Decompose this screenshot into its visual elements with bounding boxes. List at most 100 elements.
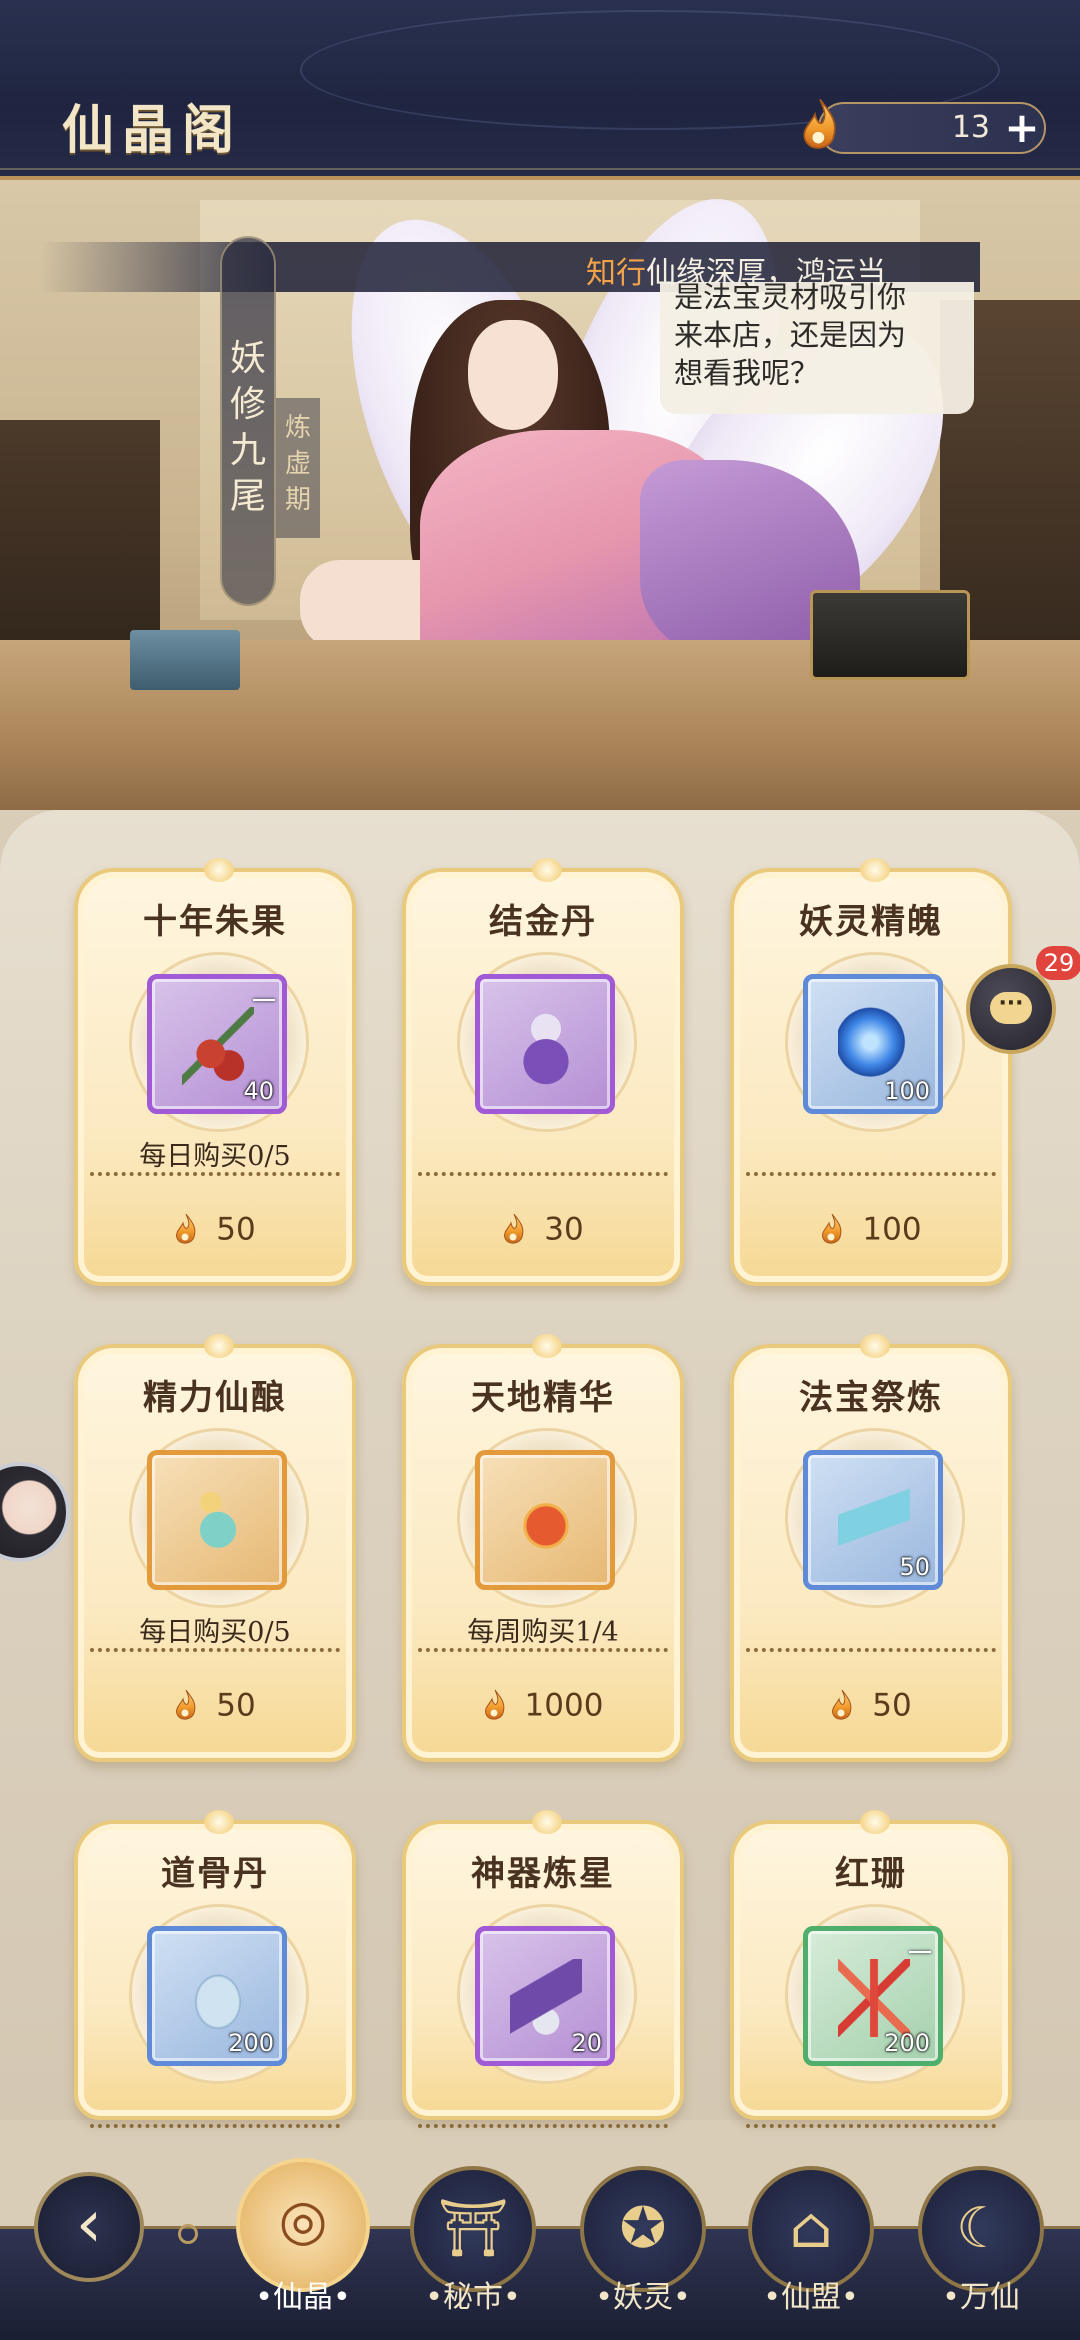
crystal-pavilion-icon: ◎ — [278, 2188, 328, 2253]
card-gem-ornament — [860, 858, 890, 882]
jade-talisman-icon — [838, 1483, 910, 1561]
nav-tab-label[interactable]: •妖灵• — [573, 2272, 713, 2316]
red-berry-branch-icon — [182, 1007, 254, 1085]
spirit-flame-icon — [820, 1213, 844, 1247]
chat-button[interactable]: ··· — [966, 964, 1056, 1054]
npc-realm: 炼虚期 — [284, 413, 311, 515]
spirit-flame-icon — [830, 1689, 854, 1723]
purchase-limit: 每日购买0/5 — [139, 1141, 291, 1172]
item-icon-frame[interactable] — [475, 1450, 615, 1590]
purchase-limit: 每日购买0/5 — [139, 1617, 291, 1648]
speech-bubble[interactable]: 是法宝灵材吸引你 来本店，还是因为 想看我呢？ — [660, 280, 974, 414]
item-quantity: 20 — [571, 2029, 602, 2057]
card-gem-ornament — [532, 1810, 562, 1834]
item-icon-frame[interactable]: 一 40 — [147, 974, 287, 1114]
item-icon-frame[interactable]: 20 — [475, 1926, 615, 2066]
spirit-flame-icon — [174, 1689, 198, 1723]
card-divider — [90, 1172, 340, 1176]
nav-tab-label[interactable]: •万仙 — [911, 2272, 1051, 2316]
currency-amount: 13 — [951, 110, 990, 145]
nav-tab-label[interactable]: •秘市• — [403, 2272, 543, 2316]
card-divider — [746, 2124, 996, 2128]
price-value: 30 — [544, 1211, 584, 1248]
chat-bubble-icon: ··· — [990, 992, 1032, 1024]
item-icon-frame[interactable]: 一 200 — [803, 1926, 943, 2066]
nav-tab-label[interactable]: •仙盟• — [741, 2272, 881, 2316]
item-name: 天地精华 — [471, 1378, 615, 1418]
item-corner-mark: 一 — [908, 1939, 932, 1967]
red-coral-icon — [838, 1959, 910, 2037]
item-name: 道骨丹 — [161, 1854, 269, 1894]
item-icon-frame[interactable] — [147, 1450, 287, 1590]
item-corner-mark: 一 — [252, 987, 276, 1015]
item-price[interactable]: 100 — [734, 1210, 1008, 1250]
card-divider — [418, 1648, 668, 1652]
card-gem-ornament — [204, 858, 234, 882]
card-divider — [746, 1648, 996, 1652]
spirit-flame-icon — [483, 1689, 507, 1723]
shop-item-card[interactable]: 道骨丹 200 — [74, 1810, 356, 2128]
shop-item-card[interactable]: 结金丹 30 — [402, 858, 684, 1286]
item-name: 法宝祭炼 — [799, 1378, 943, 1418]
item-name: 结金丹 — [489, 902, 597, 942]
price-value: 50 — [216, 1211, 256, 1248]
item-price[interactable]: 1000 — [406, 1686, 680, 1726]
immortal-hall-icon: ☾ — [955, 2196, 1007, 2261]
card-gem-ornament — [204, 1334, 234, 1358]
card-gem-ornament — [532, 858, 562, 882]
shop-item-card[interactable]: 天地精华每周购买1/4 1000 — [402, 1334, 684, 1762]
item-price[interactable]: 50 — [78, 1686, 352, 1726]
price-value: 1000 — [524, 1687, 604, 1724]
item-name: 十年朱果 — [143, 902, 287, 942]
item-quantity: 100 — [884, 1077, 930, 1105]
chat-unread-badge: 29 — [1036, 946, 1080, 980]
shop-item-card[interactable]: 妖灵精魄 100 100 — [730, 858, 1012, 1286]
market-gate-icon: ⛩ — [437, 2196, 509, 2261]
item-quantity: 50 — [899, 1553, 930, 1581]
item-icon-frame[interactable]: 200 — [147, 1926, 287, 2066]
card-divider — [418, 2124, 668, 2128]
item-quantity: 200 — [228, 2029, 274, 2057]
blue-spirit-orb-icon — [838, 1007, 910, 1085]
shop-item-card[interactable]: 精力仙酿每日购买0/5 50 — [74, 1334, 356, 1762]
fox-spirit-icon: ✪ — [619, 2196, 667, 2261]
spirit-flame-icon — [174, 1213, 198, 1247]
item-icon-frame[interactable]: 50 — [803, 1450, 943, 1590]
dialogue-speaker: 知行 — [586, 256, 646, 291]
card-divider — [418, 1172, 668, 1176]
forge-crystal-icon — [510, 1959, 582, 2037]
item-quantity: 40 — [243, 1077, 274, 1105]
shop-item-card[interactable]: 神器炼星 20 — [402, 1810, 684, 2128]
card-divider — [90, 2124, 340, 2128]
shop-item-card[interactable]: 十年朱果一 40 每日购买0/5 50 — [74, 858, 356, 1286]
speech-text: 是法宝灵材吸引你 来本店，还是因为 想看我呢？ — [674, 280, 907, 390]
purchase-limit: 每周购买1/4 — [467, 1617, 619, 1648]
wine-ewer-icon — [182, 1483, 254, 1561]
card-divider — [90, 1648, 340, 1652]
shop-item-card[interactable]: 法宝祭炼 50 50 — [730, 1334, 1012, 1762]
item-price[interactable]: 50 — [734, 1686, 1008, 1726]
item-quantity: 200 — [884, 2029, 930, 2057]
nav-tab-label[interactable]: •仙晶• — [233, 2272, 373, 2316]
card-gem-ornament — [860, 1334, 890, 1358]
item-price[interactable]: 50 — [78, 1210, 352, 1250]
add-currency-button[interactable]: + — [1002, 107, 1042, 149]
card-gem-ornament — [204, 1810, 234, 1834]
alliance-gate-icon: ⌂ — [789, 2196, 833, 2261]
shopkeeper-face — [468, 320, 558, 430]
bone-egg-icon — [182, 1959, 254, 2037]
shop-item-card[interactable]: 红珊一 200 — [730, 1810, 1012, 2128]
spirit-flame-icon — [502, 1213, 526, 1247]
nav-divider-ornament — [178, 2224, 198, 2244]
item-icon-frame[interactable]: 100 — [803, 974, 943, 1114]
card-gem-ornament — [532, 1334, 562, 1358]
item-price[interactable]: 30 — [406, 1210, 680, 1250]
pill-gourd-icon — [510, 1007, 582, 1085]
item-name: 神器炼星 — [471, 1854, 615, 1894]
item-name: 精力仙酿 — [143, 1378, 287, 1418]
back-arrow-icon: ‹ — [75, 2185, 103, 2262]
price-value: 50 — [216, 1687, 256, 1724]
item-icon-frame[interactable] — [475, 974, 615, 1114]
back-button[interactable]: ‹ — [34, 2172, 144, 2282]
card-gem-ornament — [860, 1810, 890, 1834]
